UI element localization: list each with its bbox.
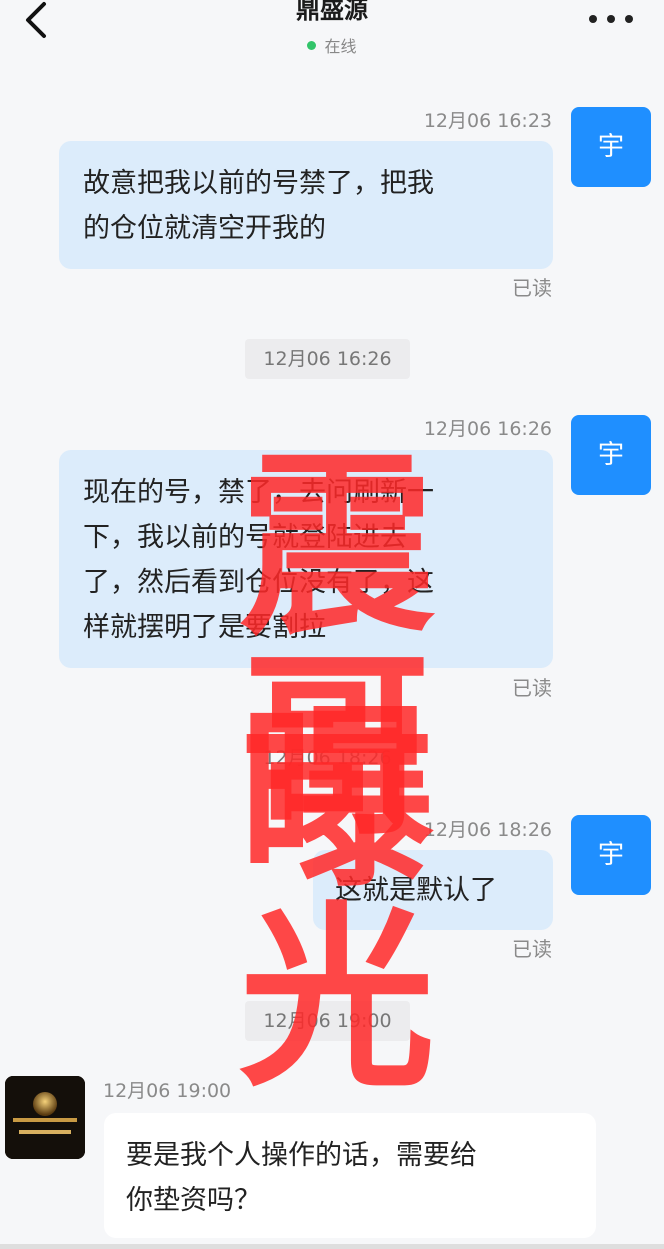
message-line: 你垫资吗？ [126, 1185, 261, 1216]
message-line: 故意把我以前的号禁了，把我 [83, 168, 434, 199]
message-line: 的仓位就清空开我的 [83, 213, 326, 244]
avatar[interactable]: 宇 [571, 815, 651, 895]
avatar[interactable]: 宇 [571, 415, 651, 495]
message-timestamp: 12月06 16:26 [423, 418, 552, 440]
contact-avatar[interactable] [5, 1076, 85, 1159]
center-timestamp: 12月06 16:26 [245, 339, 410, 379]
gold-logo-icon [5, 1076, 85, 1159]
message-line: 要是我个人操作的话，需要给 [126, 1140, 477, 1171]
message-bubble[interactable]: 要是我个人操作的话，需要给 你垫资吗？ [104, 1113, 596, 1238]
online-status-label: 在线 [324, 37, 357, 56]
more-options-icon[interactable] [584, 8, 646, 30]
chat-header: 鼎盛源 在线 [0, 0, 664, 66]
watermark-line2: 曝光 [238, 686, 441, 1114]
message-timestamp: 12月06 16:23 [423, 110, 552, 132]
avatar[interactable]: 宇 [571, 107, 651, 187]
read-receipt: 已读 [512, 276, 552, 300]
bottom-divider [0, 1244, 664, 1249]
chat-title: 鼎盛源 [296, 0, 368, 24]
message-bubble[interactable]: 故意把我以前的号禁了，把我 的仓位就清空开我的 [59, 141, 553, 269]
online-status: 在线 [0, 33, 664, 57]
online-dot-icon [307, 41, 317, 50]
